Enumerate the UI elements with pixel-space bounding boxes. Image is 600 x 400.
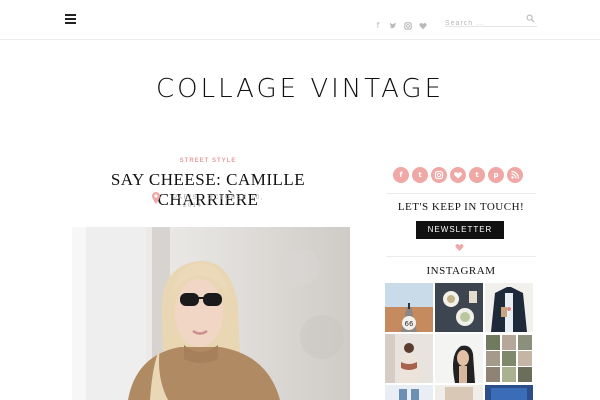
facebook-icon[interactable]: f xyxy=(374,22,382,30)
post-featured-image[interactable] xyxy=(72,227,350,400)
route-66-sign-text: 66 xyxy=(405,320,414,328)
instagram-photo[interactable] xyxy=(435,334,483,383)
instagram-photo[interactable] xyxy=(385,385,433,400)
post-location-line: PARIS - OCTOBER 10, xyxy=(173,195,264,201)
instagram-photo[interactable] xyxy=(485,283,533,332)
post-date-year: 2014 xyxy=(183,203,203,209)
header-social-links: f xyxy=(374,22,427,30)
bloglovin-icon[interactable] xyxy=(450,167,466,183)
instagram-icon[interactable] xyxy=(431,167,447,183)
location-pin-icon xyxy=(152,192,160,204)
instagram-photo[interactable] xyxy=(385,334,433,383)
twitter-icon[interactable] xyxy=(389,22,397,30)
sidebar-social-links: f t t p xyxy=(393,167,523,183)
facebook-icon[interactable]: f xyxy=(393,167,409,183)
instagram-grid: 66 xyxy=(385,283,533,400)
tumblr-icon[interactable]: t xyxy=(469,167,485,183)
top-bar: f xyxy=(0,0,600,40)
heart-divider-icon xyxy=(455,244,464,251)
search-icon[interactable] xyxy=(526,14,535,23)
post-category[interactable]: STREET STYLE xyxy=(68,158,348,164)
pinterest-icon[interactable]: p xyxy=(488,167,504,183)
keep-in-touch-title: LET'S KEEP IN TOUCH! xyxy=(397,201,525,213)
twitter-icon[interactable]: t xyxy=(412,167,428,183)
post-meta: PARIS - OCTOBER 10, 2014 xyxy=(152,192,272,214)
heart-icon[interactable] xyxy=(419,22,427,30)
instagram-photo[interactable] xyxy=(485,334,533,383)
instagram-icon[interactable] xyxy=(404,22,412,30)
instagram-title: INSTAGRAM xyxy=(426,265,496,277)
post-location-date: PARIS - OCTOBER 10, 2014 xyxy=(173,194,273,210)
instagram-photo[interactable] xyxy=(435,283,483,332)
instagram-photo[interactable] xyxy=(485,385,533,400)
rss-icon[interactable] xyxy=(507,167,523,183)
sidebar-divider xyxy=(386,193,536,194)
sidebar-divider xyxy=(386,256,536,257)
search-input[interactable] xyxy=(445,16,523,31)
newsletter-button[interactable]: NEWSLETTER xyxy=(416,221,504,239)
site-logo[interactable]: COLLAGE VINTAGE xyxy=(0,74,600,104)
search-box xyxy=(445,12,537,31)
instagram-photo[interactable] xyxy=(435,385,483,400)
instagram-photo[interactable]: 66 xyxy=(385,283,433,332)
hamburger-icon[interactable] xyxy=(65,14,76,24)
